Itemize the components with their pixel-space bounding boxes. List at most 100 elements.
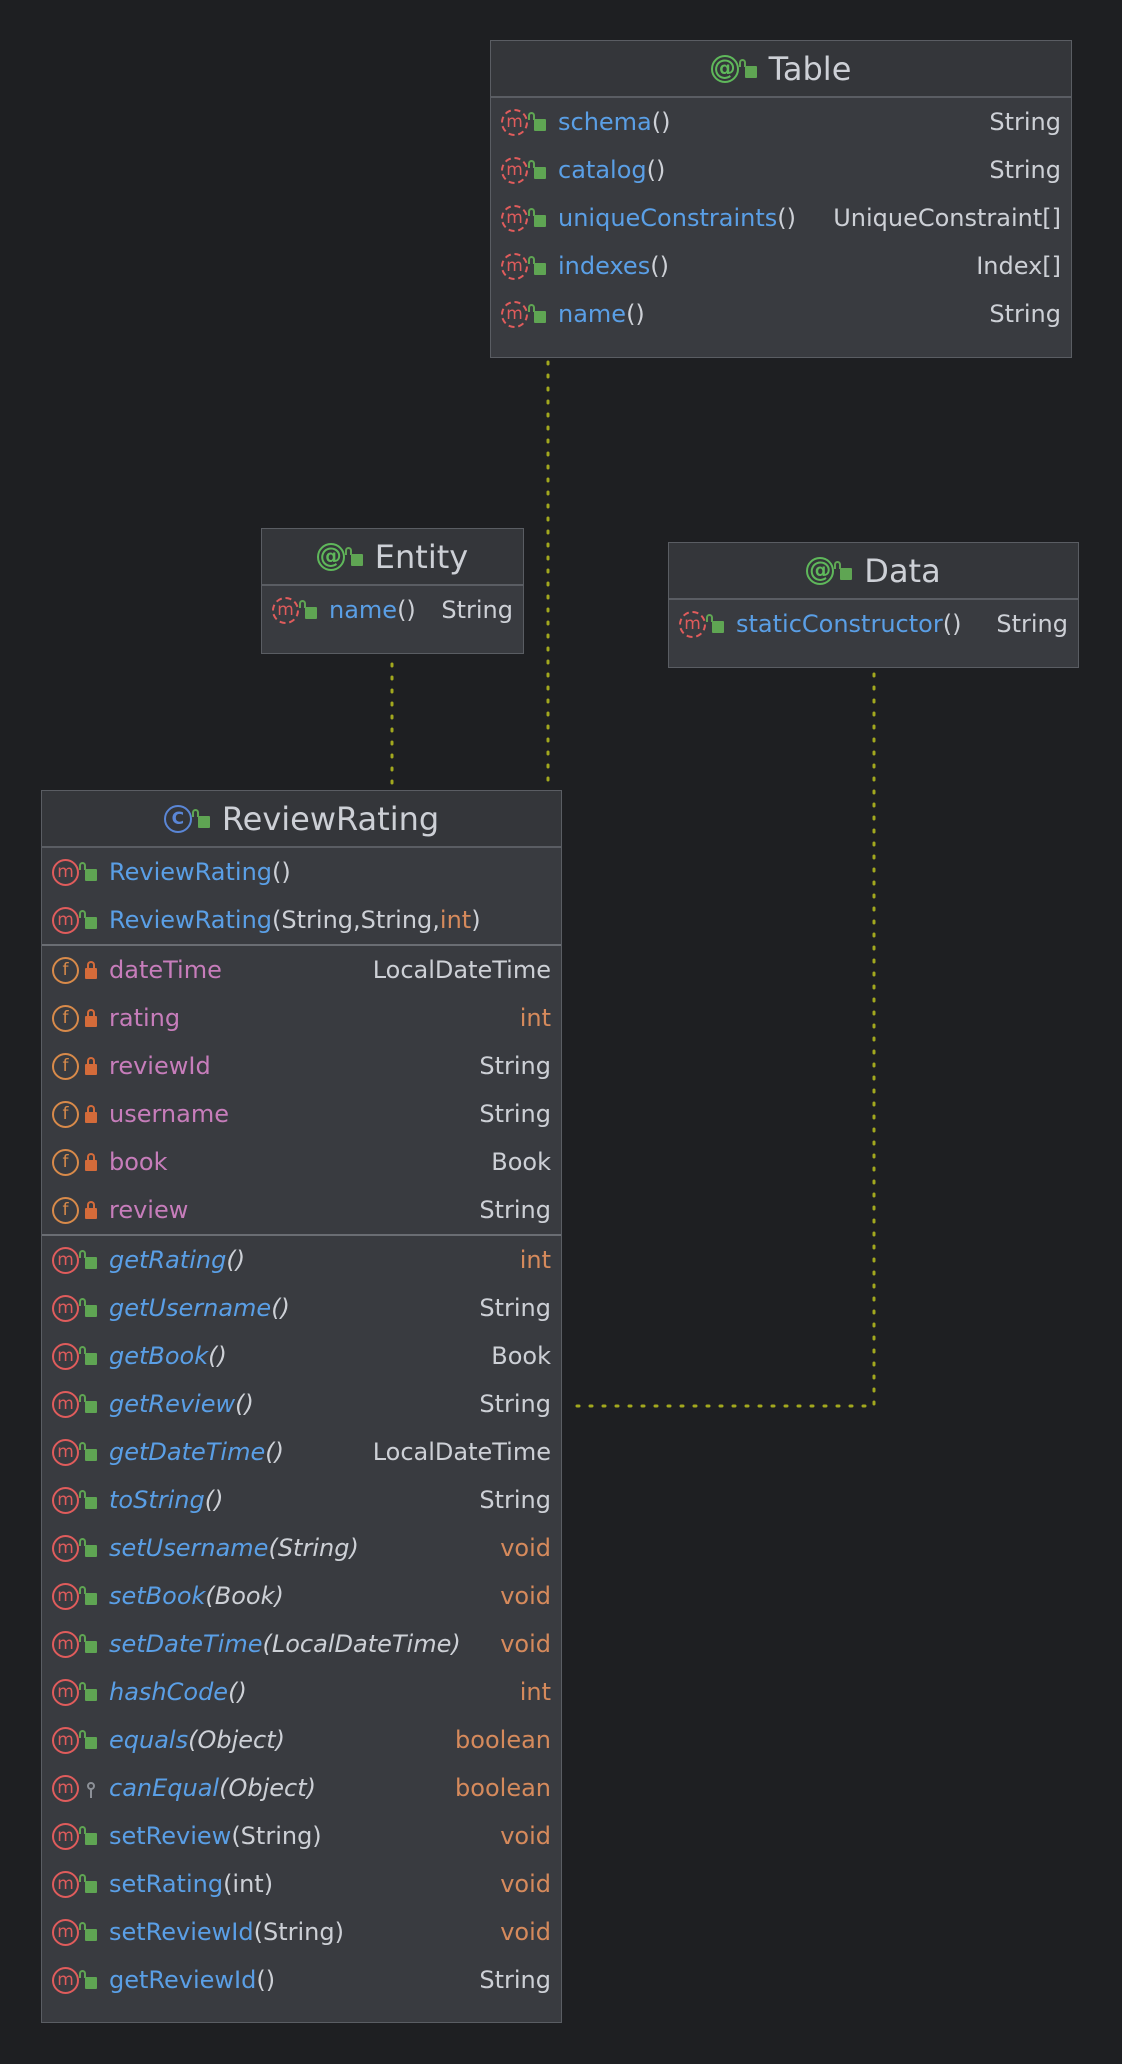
field-row[interactable]: f rating int (42, 994, 561, 1042)
public-lock-icon (528, 256, 546, 275)
method-name: name (329, 596, 398, 624)
method-params: () (256, 1966, 276, 1994)
field-row[interactable]: f reviewId String (42, 1042, 561, 1090)
method-row[interactable]: m schema() String (491, 98, 1071, 146)
field-name: username (109, 1100, 229, 1128)
method-row[interactable]: m setUsername (String) void (42, 1524, 561, 1572)
return-type: String (996, 610, 1068, 638)
param-type: String, (360, 906, 440, 934)
method-params: (String) (268, 1534, 359, 1562)
method-params: (String) (253, 1918, 344, 1946)
return-type: String (989, 156, 1061, 184)
method-params: () (777, 204, 796, 232)
method-row[interactable]: m setRating (int) void (42, 1860, 561, 1908)
private-lock-icon (85, 1056, 97, 1075)
method-row[interactable]: m setDateTime (LocalDateTime) void (42, 1620, 561, 1668)
param-type: int (439, 906, 472, 934)
field-row[interactable]: f review String (42, 1186, 561, 1234)
entity-annotation-box[interactable]: @ Entity m name() String (261, 528, 524, 654)
method-params: (Object) (188, 1726, 285, 1754)
data-header: @ Data (669, 543, 1078, 600)
field-type: String (479, 1196, 551, 1224)
field-type: Book (491, 1148, 551, 1176)
table-annotation-box[interactable]: @ Table m schema() String m catalog() String m… (490, 40, 1072, 358)
return-type: UniqueConstraint[] (833, 204, 1061, 232)
field-name: dateTime (109, 956, 222, 984)
field-row[interactable]: f username String (42, 1090, 561, 1138)
param-type: String, (281, 906, 361, 934)
method-name: setUsername (109, 1534, 269, 1562)
data-annotation-box[interactable]: @ Data m staticConstructor() String (668, 542, 1079, 668)
public-lock-icon (528, 160, 546, 179)
method-name: hashCode (109, 1678, 229, 1706)
method-row[interactable]: m hashCode() int (42, 1668, 561, 1716)
return-type: Index[] (976, 252, 1061, 280)
field-type: String (479, 1100, 551, 1128)
return-type: String (989, 108, 1061, 136)
public-lock-icon (79, 1586, 97, 1605)
method-name: canEqual (109, 1774, 220, 1802)
reviewrating-class-box[interactable]: C ReviewRating m ReviewRating() m ReviewRat… (41, 790, 562, 2023)
method-icon: m (52, 1294, 79, 1322)
method-name: indexes (558, 252, 651, 280)
method-icon: m (52, 1486, 79, 1514)
method-icon: m (272, 596, 299, 624)
public-lock-icon (834, 560, 853, 580)
reviewrating-header: C ReviewRating (42, 791, 561, 848)
constructor-row[interactable]: m ReviewRating(String, String, int) (42, 896, 561, 944)
field-type: LocalDateTime (372, 956, 551, 984)
method-icon: m (52, 1534, 79, 1562)
method-name: getReview (109, 1390, 236, 1418)
public-lock-icon (79, 910, 97, 929)
method-icon: m (52, 1630, 79, 1658)
annotation-icon: @ (806, 556, 835, 585)
method-row[interactable]: m toString() String (42, 1476, 561, 1524)
method-params: () (228, 1678, 247, 1706)
private-lock-icon (85, 960, 97, 979)
public-lock-icon (79, 1490, 97, 1509)
method-row[interactable]: m catalog() String (491, 146, 1071, 194)
method-row[interactable]: m getUsername() String (42, 1284, 561, 1332)
table-header: @ Table (491, 41, 1071, 98)
method-name: setDateTime (109, 1630, 263, 1658)
public-lock-icon (79, 1874, 97, 1893)
field-row[interactable]: f dateTime LocalDateTime (42, 946, 561, 994)
method-row[interactable]: m indexes() Index[] (491, 242, 1071, 290)
field-row[interactable]: f book Book (42, 1138, 561, 1186)
method-row[interactable]: m equals (Object) boolean (42, 1716, 561, 1764)
annotation-icon: @ (710, 54, 739, 83)
method-icon: m (52, 858, 79, 886)
private-lock-icon (85, 1104, 97, 1123)
private-lock-icon (85, 1008, 97, 1027)
method-icon: m (52, 1918, 79, 1946)
method-row[interactable]: m uniqueConstraints() UniqueConstraint[] (491, 194, 1071, 242)
method-row[interactable]: m setReviewId (String) void (42, 1908, 561, 1956)
method-row[interactable]: m name() String (491, 290, 1071, 338)
constructor-row[interactable]: m ReviewRating() (42, 848, 561, 896)
public-lock-icon (528, 112, 546, 131)
method-row[interactable]: m getReview() String (42, 1380, 561, 1428)
method-row[interactable]: m getDateTime() LocalDateTime (42, 1428, 561, 1476)
method-row[interactable]: m setReview (String) void (42, 1812, 561, 1860)
method-row[interactable]: m setBook (Book) void (42, 1572, 561, 1620)
constructor-name: ReviewRating (109, 906, 273, 934)
method-icon: m (501, 252, 528, 280)
public-lock-icon (528, 208, 546, 227)
params-open: ( (272, 906, 282, 934)
method-row[interactable]: m canEqual (Object) boolean (42, 1764, 561, 1812)
public-lock-icon (79, 1730, 97, 1749)
method-row[interactable]: m getReviewId() String (42, 1956, 561, 2004)
method-params: () (646, 156, 666, 184)
method-name: getBook (109, 1342, 209, 1370)
method-icon: m (501, 156, 528, 184)
public-lock-icon (738, 58, 757, 78)
method-row[interactable]: m getRating() int (42, 1236, 561, 1284)
public-lock-icon (528, 304, 546, 323)
method-icon: m (501, 300, 528, 328)
method-icon: m (52, 1870, 79, 1898)
method-params: (int) (223, 1870, 274, 1898)
return-type: void (500, 1822, 551, 1850)
method-row[interactable]: m getBook() Book (42, 1332, 561, 1380)
method-row[interactable]: m staticConstructor() String (669, 600, 1078, 648)
method-row[interactable]: m name() String (262, 586, 523, 634)
